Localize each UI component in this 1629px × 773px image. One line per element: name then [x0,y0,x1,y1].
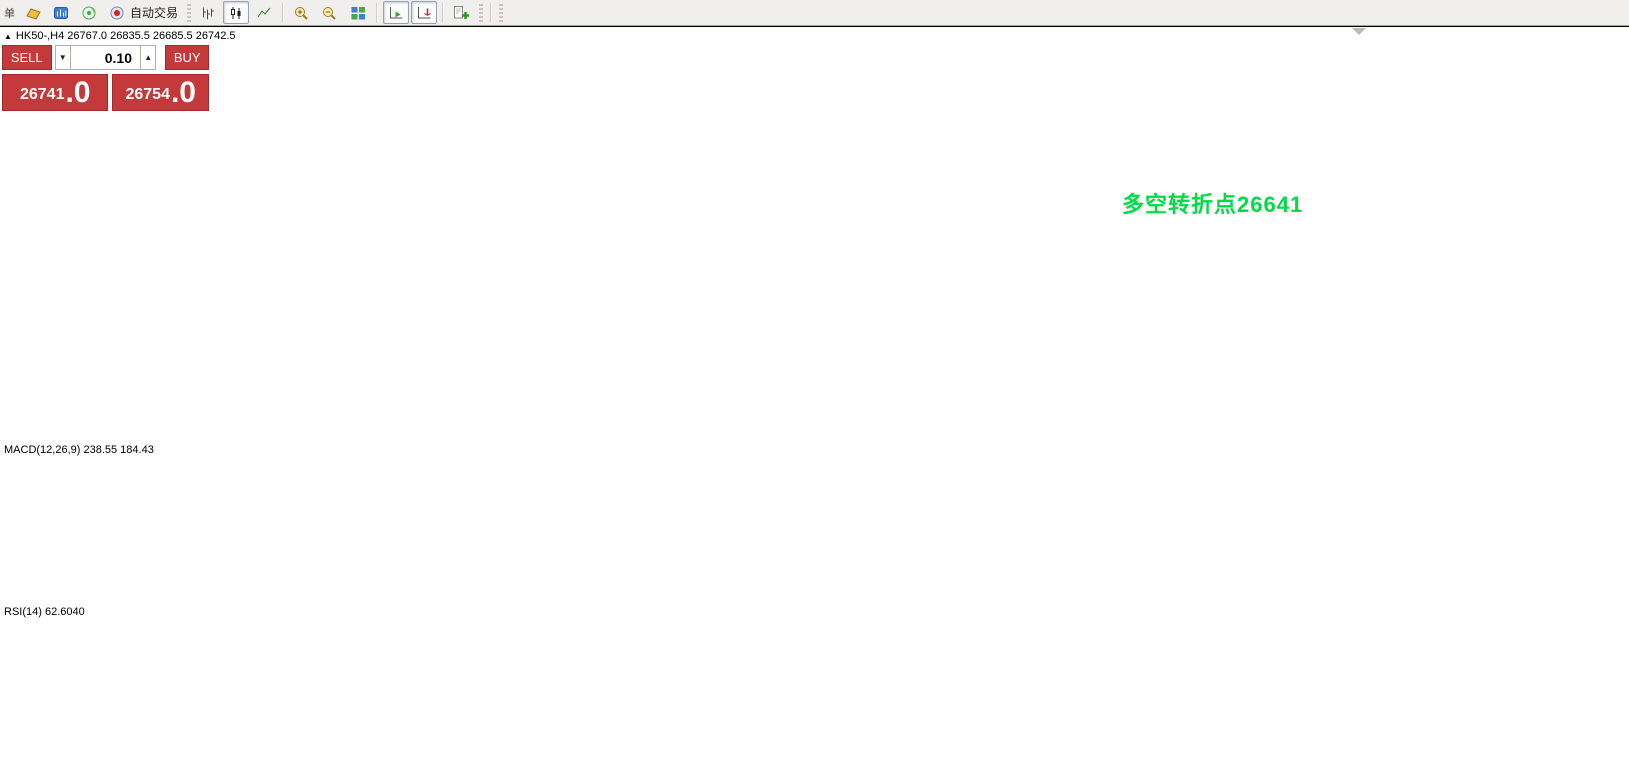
toolbar-separator [376,3,378,23]
toolbar-grip [187,4,191,22]
bar-chart-icon[interactable] [195,1,221,24]
sell-button[interactable]: SELL [2,45,52,70]
autotrading-icon [109,5,127,21]
chart-annotation-text[interactable]: 多空转折点26641 [1122,187,1303,219]
auto-scroll-icon[interactable] [383,1,409,24]
order-ticket-gold-icon[interactable] [20,1,46,24]
chart-title: ▲HK50-,H4 26767.0 26835.5 26685.5 26742.… [4,30,236,42]
toolbar: 单 自动交易 [0,0,1629,26]
mt4-terminal: 单 自动交易 ▲HK50-,H4 26767.0 26835.5 26685.5… [0,0,1629,773]
toolbar-grip [479,4,483,22]
zoom-in-icon[interactable] [289,1,315,24]
tile-windows-icon[interactable] [345,1,371,24]
toolbar-separator [490,3,492,23]
candlestick-chart-icon[interactable] [223,1,249,24]
market-watch-icon[interactable] [48,1,74,24]
buy-price[interactable]: 26754.0 [112,74,209,111]
collapse-arrow-icon[interactable]: ▲ [4,32,12,41]
chart-canvas[interactable] [0,27,1629,773]
volume-input[interactable]: 0.10 [71,45,140,70]
toolbar-separator [442,3,444,23]
new-order-button[interactable]: 单 [1,1,18,24]
line-chart-icon[interactable] [251,1,277,24]
volume-decrease-button[interactable]: ▼ [55,45,71,70]
toolbar-grip [499,4,503,22]
zoom-out-icon[interactable] [317,1,343,24]
toolbar-separator [282,3,284,23]
autotrading-label: 自动交易 [130,4,178,21]
chart-shift-icon[interactable] [411,1,437,24]
rsi-label: RSI(14) 62.6040 [4,606,85,618]
indicators-icon[interactable] [449,1,475,24]
one-click-trade-panel: SELL ▼ 0.10 ▲ BUY 26741.0 26754.0 [2,45,209,111]
chart-window[interactable]: ▲HK50-,H4 26767.0 26835.5 26685.5 26742.… [0,26,1629,773]
buy-button[interactable]: BUY [165,45,209,70]
macd-label: MACD(12,26,9) 238.55 184.43 [4,444,154,456]
sell-price[interactable]: 26741.0 [2,74,108,111]
volume-increase-button[interactable]: ▲ [140,45,156,70]
signals-icon[interactable] [76,1,102,24]
autotrading-button[interactable]: 自动交易 [104,1,183,24]
scroll-position-marker [1352,28,1366,35]
